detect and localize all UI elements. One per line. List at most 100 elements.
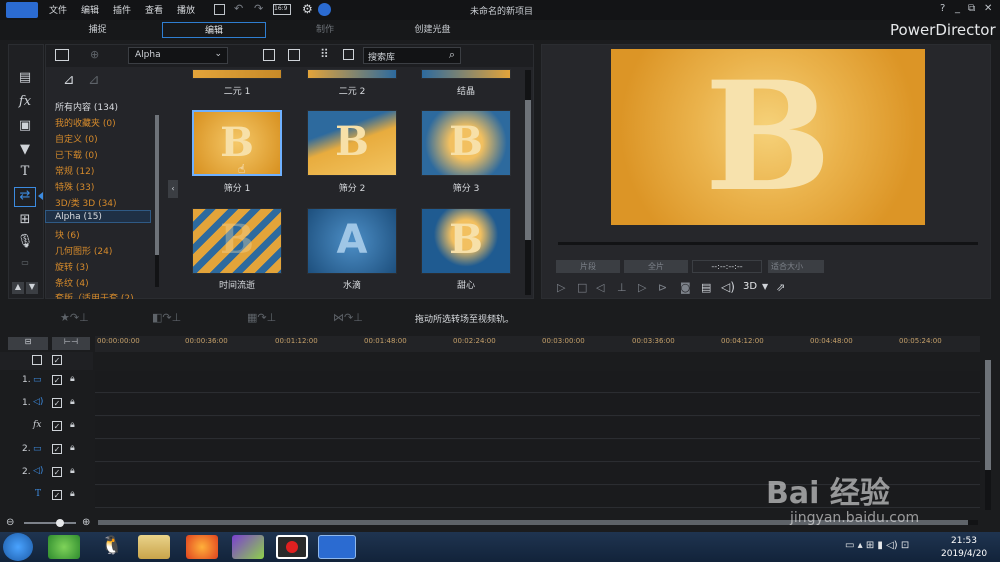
transition-room-icon[interactable]: ⇄ — [14, 187, 36, 207]
track-header-video-2[interactable]: 2. ▭ ✓ 🔒︎ — [2, 440, 92, 462]
add-tag-icon[interactable]: ⊿ — [63, 72, 75, 88]
category-3d[interactable]: 3D/类 3D (34) — [55, 196, 117, 209]
category-special[interactable]: 特殊 (33) — [55, 180, 94, 193]
snapshot-icon[interactable]: ◙ — [680, 281, 691, 294]
subtitle-icon[interactable]: ▤ — [701, 281, 711, 294]
lock-icon[interactable]: 🔒︎ — [70, 443, 75, 453]
track-checkbox[interactable]: ✓ — [52, 375, 62, 385]
lock-icon[interactable]: 🔒︎ — [70, 374, 75, 384]
title-room-icon[interactable]: T — [14, 164, 36, 184]
track-checkbox[interactable]: ✓ — [52, 444, 62, 454]
thumb-partial[interactable] — [192, 69, 282, 79]
menu-plugins[interactable]: 插件 — [113, 3, 131, 16]
library-search-input[interactable]: 搜索库 ⌕ — [363, 47, 461, 64]
rooms-up-icon[interactable]: ▲ — [12, 282, 24, 294]
category-geometric[interactable]: 几何图形 (24) — [55, 244, 112, 257]
minimize-button[interactable]: _ — [955, 3, 960, 14]
track-checkbox[interactable]: ✓ — [52, 490, 62, 500]
fx-room-icon[interactable]: fx — [14, 94, 36, 114]
voice-over-icon[interactable]: 🎙 — [14, 234, 36, 254]
save-icon[interactable] — [214, 4, 225, 15]
search-icon[interactable]: ⌕ — [449, 48, 455, 62]
category-favorites[interactable]: 我的收藏夹 (0) — [55, 116, 116, 129]
taskbar-qq-icon[interactable]: 🐧 — [96, 535, 128, 559]
timecode-display[interactable]: --:--:--:-- — [692, 260, 762, 273]
subtitle-room-icon[interactable]: ▭ — [14, 258, 36, 278]
next-frame-icon[interactable]: ▷ — [638, 281, 646, 294]
preview-seekbar[interactable] — [558, 242, 978, 245]
aspect-ratio-icon[interactable]: 16:9 — [273, 4, 291, 15]
movie-mode-button[interactable]: 全片 — [624, 260, 688, 273]
grid-view-icon[interactable]: ⠿ — [320, 47, 329, 61]
transition-thumb[interactable]: B — [192, 110, 282, 176]
taskbar-browser-icon[interactable] — [48, 535, 80, 559]
volume-icon[interactable]: ◁) — [721, 280, 735, 294]
category-template[interactable]: 套版（适用于套 (2) — [55, 291, 134, 299]
collapse-panel-icon[interactable]: ‹ — [168, 180, 178, 198]
menu-view[interactable]: 查看 — [145, 3, 163, 16]
video-track-2[interactable] — [95, 440, 980, 462]
fx-track[interactable] — [95, 417, 980, 439]
taskbar-folder-icon[interactable] — [138, 535, 170, 559]
lock-icon[interactable]: 🔒︎ — [70, 489, 75, 499]
track-header-video-1[interactable]: 1. ▭ ✓ 🔒︎ — [2, 371, 92, 393]
audio-track-1[interactable] — [95, 394, 980, 416]
edit-icon[interactable] — [288, 49, 300, 61]
category-general[interactable]: 常规 (12) — [55, 164, 94, 177]
restore-button[interactable]: ⧉ — [968, 3, 975, 14]
timeline-vscroll[interactable] — [985, 360, 991, 510]
add-to-track-icon[interactable] — [263, 49, 275, 61]
account-icon[interactable] — [318, 3, 331, 16]
taskbar-powerdirector-icon[interactable] — [318, 535, 356, 559]
transition-thumb[interactable]: A — [307, 208, 397, 274]
lock-icon[interactable]: 🔒︎ — [70, 466, 75, 476]
tool-icon[interactable]: ⋈↷⊥ — [333, 311, 363, 324]
transition-thumb[interactable]: B — [421, 110, 511, 176]
track-header-audio-1[interactable]: 1. ◁) ✓ 🔒︎ — [2, 394, 92, 416]
library-scrollbar[interactable] — [525, 70, 531, 295]
taskbar-firefox-icon[interactable] — [186, 535, 218, 559]
close-button[interactable]: ✕ — [984, 3, 992, 14]
category-custom[interactable]: 自定义 (0) — [55, 132, 98, 145]
track-checkbox[interactable]: ✓ — [52, 398, 62, 408]
start-button[interactable] — [3, 533, 33, 561]
track-view-button[interactable]: ⊟ — [8, 337, 48, 350]
expand-icon[interactable] — [343, 49, 354, 60]
tab-create-disc[interactable]: 创建光盘 — [400, 22, 465, 38]
3d-dropdown-icon[interactable]: ▼ — [762, 282, 768, 291]
thumb-partial[interactable] — [307, 69, 397, 79]
split-icon[interactable]: ⊥ — [617, 281, 627, 294]
lock-icon[interactable]: 🔒︎ — [70, 420, 75, 430]
remove-tag-icon[interactable]: ⊿ — [88, 72, 100, 88]
zoom-in-icon[interactable]: ⊕ — [82, 517, 90, 528]
pip-room-icon[interactable]: ▣ — [14, 118, 36, 138]
thumb-partial[interactable] — [421, 69, 511, 79]
particle-room-icon[interactable]: ▼ — [14, 142, 36, 162]
video-track-1[interactable] — [95, 371, 980, 393]
tab-capture[interactable]: 捕捉 — [70, 22, 125, 38]
tab-edit[interactable]: 编辑 — [162, 22, 266, 38]
category-scrollbar[interactable] — [155, 115, 159, 287]
lock-icon[interactable]: 🔒︎ — [70, 397, 75, 407]
track-checkbox[interactable]: ✓ — [52, 467, 62, 477]
play-icon[interactable]: ▷ — [557, 281, 565, 294]
menu-file[interactable]: 文件 — [49, 3, 67, 16]
menu-playback[interactable]: 播放 — [177, 3, 195, 16]
taskbar-media-icon[interactable] — [232, 535, 264, 559]
storyboard-button[interactable]: ⊢⊣ — [52, 337, 90, 350]
tool-icon[interactable]: ▦↷⊥ — [247, 311, 276, 324]
import-icon[interactable] — [55, 49, 69, 61]
category-rotate[interactable]: 旋转 (3) — [55, 260, 89, 273]
track-header-audio-2[interactable]: 2. ◁) ✓ 🔒︎ — [2, 463, 92, 485]
fit-size-dropdown[interactable]: 适合大小 — [768, 260, 824, 273]
tool-icon[interactable]: ◧↷⊥ — [152, 311, 181, 324]
redo-icon[interactable]: ↷ — [254, 2, 263, 15]
tab-produce[interactable]: 制作 — [300, 22, 350, 38]
rooms-down-icon[interactable]: ▼ — [26, 282, 38, 294]
transition-thumb[interactable]: B — [307, 110, 397, 176]
master-track-toggle[interactable] — [32, 355, 42, 365]
category-all[interactable]: 所有内容 (134) — [55, 100, 118, 113]
plugin-icon[interactable]: ⊕ — [90, 48, 99, 61]
3d-mode-button[interactable]: 3D — [743, 281, 757, 292]
menu-edit[interactable]: 编辑 — [81, 3, 99, 16]
